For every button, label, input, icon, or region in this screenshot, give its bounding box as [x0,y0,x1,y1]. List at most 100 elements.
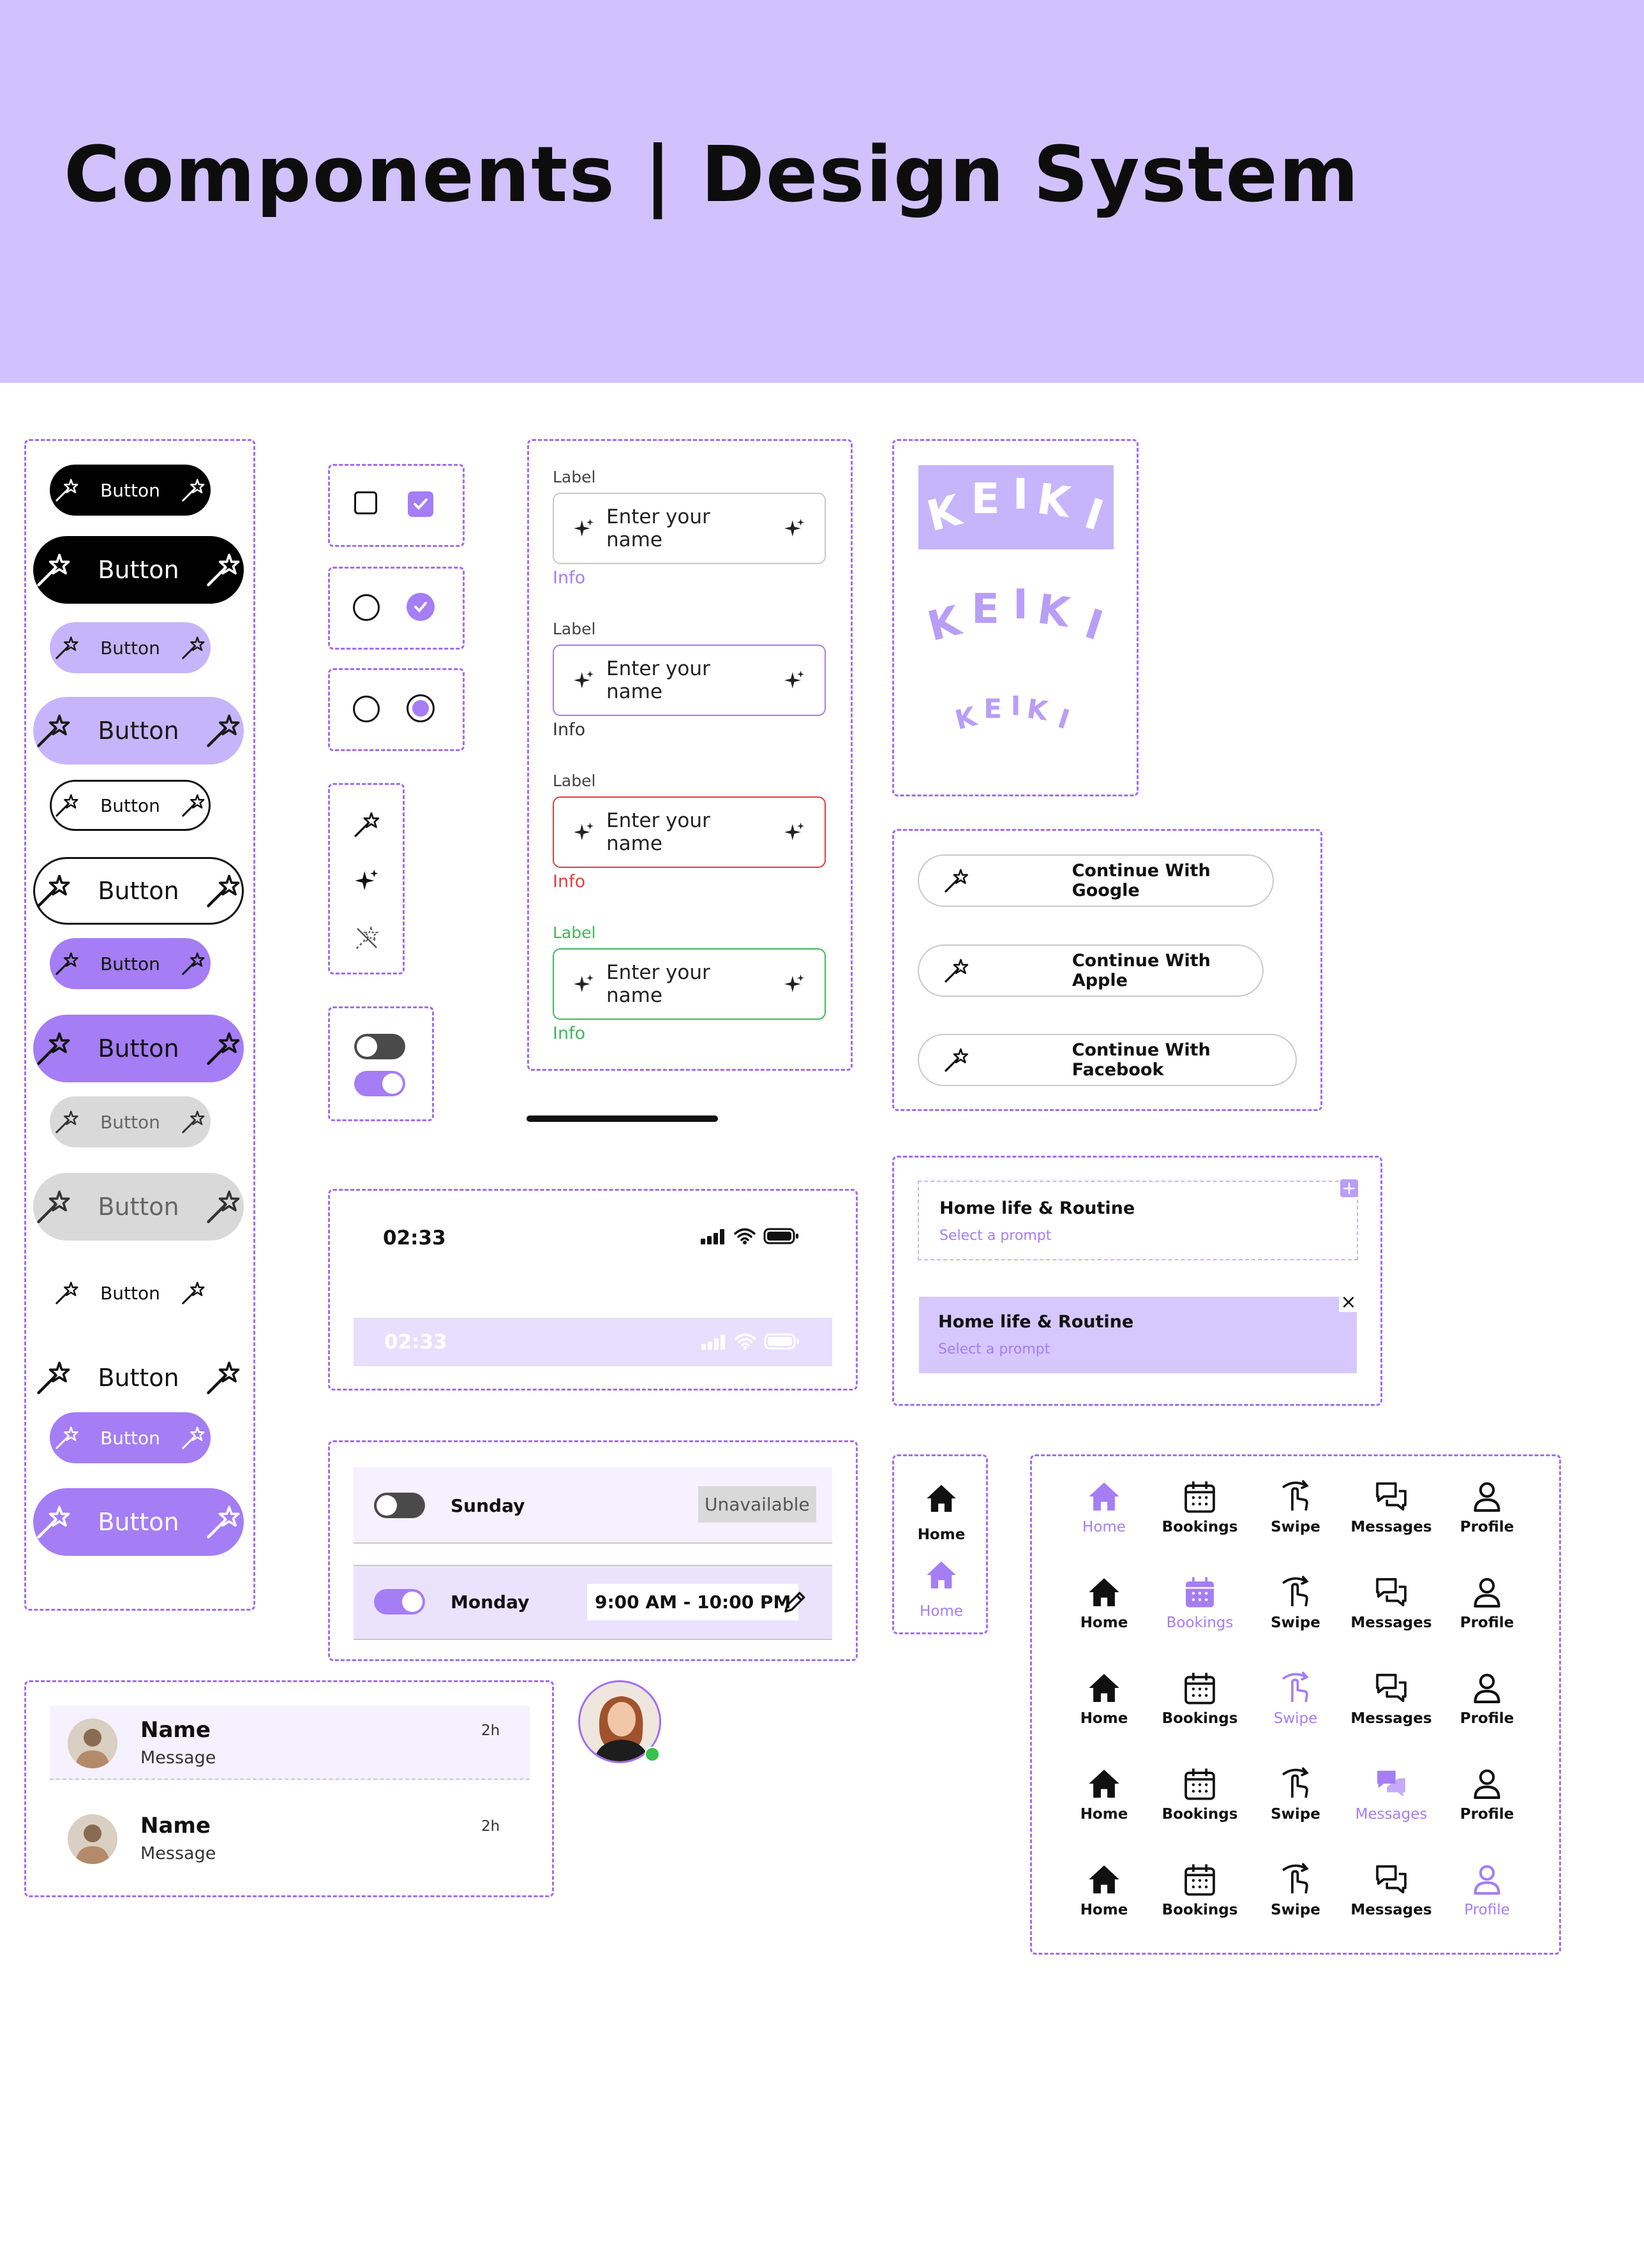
avatar [68,1719,117,1768]
home-icon-active[interactable] [925,1558,958,1592]
tab-messages[interactable]: Messages [1350,1671,1433,1727]
button-disabled-large[interactable]: Button [33,1173,244,1241]
tab-home[interactable]: Home [1063,1862,1146,1918]
tab-messages[interactable]: Messages [1350,1479,1433,1535]
messages-icon [1374,1862,1409,1897]
toggle-off[interactable] [374,1493,425,1518]
chat-list-item[interactable]: Name Message 2h [50,1706,530,1780]
messages-icon [1374,1766,1409,1801]
svg-text:I: I [1013,470,1029,519]
button-label: Button [98,877,179,905]
nav-label-active: Home [920,1603,963,1620]
tab-swipe[interactable]: Swipe [1254,1479,1337,1535]
magic-wand-icon [205,551,242,588]
avatar-photo [68,1814,117,1864]
continue-apple-button[interactable]: Continue With Apple [918,944,1264,997]
button-purple-white-small[interactable]: Button [50,1412,211,1463]
button-light-small[interactable]: Button [50,622,211,673]
name-input-default[interactable]: Enter your name [553,493,826,564]
pencil-icon[interactable] [781,1588,809,1616]
prompt-hint: Select a prompt [938,1341,1050,1357]
button-dark-large[interactable]: Button [33,536,244,604]
radio-unselected[interactable] [353,594,380,621]
button-ghost-small[interactable]: Button [50,1267,211,1318]
checkbox-unchecked[interactable] [354,491,377,514]
radio-unselected[interactable] [353,696,380,722]
button-purple-white-large[interactable]: Button [33,1488,244,1556]
radio-checked[interactable] [407,593,435,621]
prompt-card-selected[interactable]: Home life & Routine Select a prompt [919,1297,1357,1373]
tab-home[interactable]: Home [1063,1575,1146,1631]
field-label: Label [553,772,596,790]
tab-messages[interactable]: Messages [1350,1862,1433,1918]
button-purple-large[interactable]: Button [33,1015,244,1082]
header-banner: Components | Design System [0,0,1644,383]
input-placeholder: Enter your name [606,809,710,855]
add-prompt-button[interactable]: + [1340,1179,1358,1197]
sparkle-icon [784,518,805,539]
tab-profile[interactable]: Profile [1446,1766,1528,1823]
tab-bookings[interactable]: Bookings [1158,1862,1241,1918]
sparkle-icon [573,973,595,995]
logo-frame: K E I K I K E I K I K E I K I [892,439,1139,796]
magic-wand-icon [181,793,206,818]
radio-check-frame [328,567,465,650]
button-ghost-large[interactable]: Button [33,1344,244,1412]
tab-profile[interactable]: Profile [1446,1575,1528,1631]
tab-swipe-active[interactable]: Swipe [1254,1671,1337,1727]
tab-bookings[interactable]: Bookings [1158,1479,1241,1535]
tab-bookings[interactable]: Bookings [1158,1766,1241,1823]
home-icon [1087,1766,1121,1801]
sparkle-icon [784,669,805,691]
continue-google-button[interactable]: Continue With Google [918,854,1274,907]
wifi-icon [735,1333,756,1350]
toggle-off[interactable] [354,1034,405,1059]
magic-wand-icon [205,1188,242,1225]
name-input-focused[interactable]: Enter your name [553,645,826,716]
magic-wand-icon [35,551,72,588]
name-input-success[interactable]: Enter your name [553,948,826,1020]
toggle-on[interactable] [374,1589,425,1615]
home-icon[interactable] [925,1482,958,1515]
tab-home-active[interactable]: Home [1063,1479,1146,1535]
tab-swipe[interactable]: Swipe [1254,1862,1337,1918]
magic-wand-icon [54,1280,80,1306]
tab-label: Messages [1350,1710,1432,1727]
icon-set-frame [328,783,405,974]
hours-field[interactable]: 9:00 AM - 10:00 PM [587,1584,799,1620]
status-time: 02:33 [384,1331,447,1354]
prompt-card-empty[interactable]: Home life & Routine Select a prompt [918,1181,1358,1260]
chat-list-item[interactable]: Name Message 2h [50,1802,530,1874]
magic-wand-icon [181,1280,206,1306]
tab-bookings[interactable]: Bookings [1158,1671,1241,1727]
tab-home[interactable]: Home [1063,1671,1146,1727]
tab-bookings-active[interactable]: Bookings [1158,1575,1241,1631]
button-light-large[interactable]: Button [33,697,244,765]
name-input-error[interactable]: Enter your name [553,796,826,868]
radio-selected[interactable] [407,694,435,722]
avatar-online[interactable] [578,1680,661,1763]
tab-profile[interactable]: Profile [1446,1671,1528,1727]
tab-label: Swipe [1271,1902,1320,1918]
button-outline-small[interactable]: Button [50,780,211,831]
tab-messages-active[interactable]: Messages [1350,1766,1433,1823]
field-label: Label [553,468,596,486]
tab-home[interactable]: Home [1063,1766,1146,1823]
button-outline-large[interactable]: Button [33,857,244,925]
close-icon[interactable]: × [1339,1293,1358,1312]
tab-swipe[interactable]: Swipe [1254,1766,1337,1823]
button-purple-small[interactable]: Button [50,938,211,989]
button-label: Continue With Apple [1072,951,1211,990]
tab-profile-active[interactable]: Profile [1446,1862,1528,1918]
input-placeholder: Enter your name [606,505,710,551]
magic-wand-icon [943,957,970,985]
button-disabled-small[interactable]: Button [50,1096,211,1147]
continue-facebook-button[interactable]: Continue With Facebook [918,1034,1297,1086]
checkbox-checked[interactable] [408,491,433,517]
check-icon [414,498,428,510]
tab-swipe[interactable]: Swipe [1254,1575,1337,1631]
button-dark-small[interactable]: Button [50,465,211,516]
tab-messages[interactable]: Messages [1350,1575,1433,1631]
tab-profile[interactable]: Profile [1446,1479,1528,1535]
toggle-on[interactable] [354,1071,405,1096]
